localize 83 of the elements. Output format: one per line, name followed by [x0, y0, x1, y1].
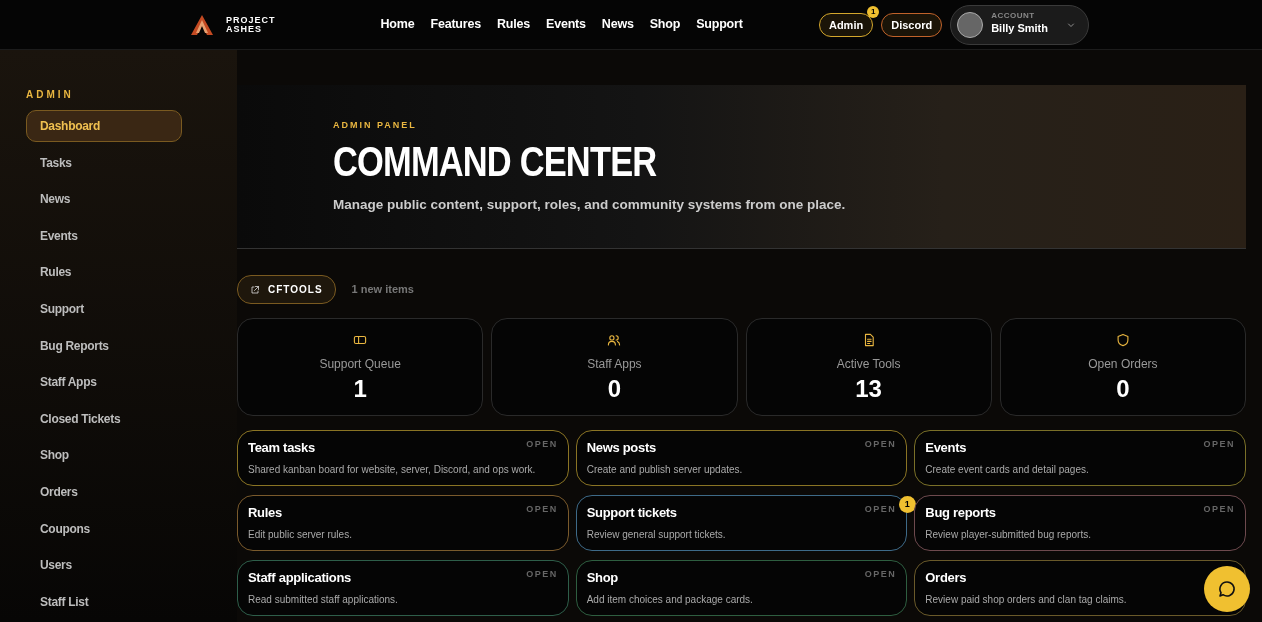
ticket-icon: [353, 333, 368, 347]
tool-card[interactable]: News posts OPEN Create and publish server updates.: [575, 430, 908, 486]
hero-title: COMMAND CENTER: [333, 138, 658, 185]
sidebar-item[interactable]: Dashboard: [26, 110, 182, 142]
brand-name: PROJECT: [226, 15, 276, 25]
tool-title: Orders: [925, 569, 967, 587]
nav-link[interactable]: Home: [380, 15, 415, 34]
nav-link[interactable]: Support: [696, 15, 743, 34]
status-label: OPEN: [864, 503, 897, 516]
nav-link[interactable]: Rules: [496, 15, 530, 34]
tool-title: Staff applications: [248, 569, 351, 587]
status-label: OPEN: [526, 568, 558, 581]
stat-label: Support Queue: [319, 356, 401, 373]
chat-icon: [1217, 579, 1237, 599]
tool-description: Review paid shop orders and clan tag claims.: [925, 592, 1128, 607]
stat-value: 0: [607, 377, 622, 401]
tool-title: News posts: [586, 439, 656, 457]
sidebar-item[interactable]: Events: [26, 219, 182, 252]
hero-subtitle: Manage public content, support, roles, and community systems from one place.: [333, 195, 847, 214]
status-label: OPEN: [526, 438, 558, 451]
tool-description: Edit public server rules.: [248, 527, 353, 542]
tool-card[interactable]: Orders Review paid shop orders and clan tag claims.: [914, 560, 1246, 616]
sidebar-item[interactable]: Staff Apps: [26, 366, 182, 399]
tool-title: Events: [925, 439, 967, 457]
stat-value: 13: [855, 377, 882, 401]
header-button[interactable]: Discord: [881, 12, 943, 38]
external-link-icon: [250, 284, 260, 295]
tool-title: Shop: [586, 569, 618, 587]
stat-label: Active Tools: [836, 356, 901, 373]
nav-link[interactable]: Events: [546, 15, 586, 34]
tool-description: Create event cards and detail pages.: [925, 462, 1090, 477]
sidebar-item[interactable]: Staff List: [26, 585, 182, 618]
hero-eyebrow: ADMIN PANEL: [333, 119, 418, 132]
new-items-note: 1 new items: [351, 282, 414, 298]
status-label: OPEN: [1203, 503, 1235, 516]
people-icon: [607, 333, 622, 347]
avatar: [957, 11, 984, 38]
tool-description: Shared kanban board for website, server, Discord, and ops work.: [248, 462, 537, 477]
sidebar-item[interactable]: Orders: [26, 475, 182, 508]
sidebar-item[interactable]: Rules: [26, 256, 182, 289]
tool-card[interactable]: Events OPEN Create event cards and detail pages.: [914, 430, 1246, 486]
nav-link[interactable]: News: [601, 15, 634, 34]
logo-icon[interactable]: [190, 13, 214, 36]
tool-title: Bug reports: [925, 504, 996, 522]
stat-label: Staff Apps: [587, 356, 642, 373]
tool-title: Team tasks: [248, 439, 315, 457]
tool-description: Review general support tickets.: [586, 527, 727, 542]
status-label: OPEN: [864, 568, 897, 581]
sidebar-heading: ADMIN: [26, 88, 75, 102]
tool-card[interactable]: Bug reports OPEN Review player-submitted bug reports.: [914, 495, 1246, 551]
sidebar-item[interactable]: Support: [26, 292, 182, 325]
sidebar-item[interactable]: Tasks: [26, 146, 182, 179]
status-label: OPEN: [1203, 438, 1235, 451]
stat-label: Open Orders: [1088, 356, 1158, 373]
tool-card[interactable]: Shop OPEN Add item choices and package cards.: [575, 560, 908, 616]
sidebar-item[interactable]: Closed Tickets: [26, 402, 182, 435]
stat-value: 0: [1116, 377, 1130, 401]
tool-title: Rules: [248, 504, 282, 522]
account-menu[interactable]: ACCOUNT Billy Smith: [950, 4, 1089, 45]
cftools-button[interactable]: CFTOOLS: [237, 275, 336, 304]
sidebar-item[interactable]: Shop: [26, 439, 182, 472]
nav-link[interactable]: Features: [430, 15, 481, 34]
tool-description: Create and publish server updates.: [586, 462, 744, 477]
tool-card[interactable]: Team tasks OPEN Shared kanban board for website, server, Discord, and ops work.: [237, 430, 569, 486]
sidebar-item[interactable]: Coupons: [26, 512, 182, 545]
tool-description: Review player-submitted bug reports.: [925, 527, 1092, 542]
sidebar-item[interactable]: Bug Reports: [26, 329, 182, 362]
status-label: OPEN: [864, 438, 897, 451]
tool-description: Read submitted staff applications.: [248, 592, 399, 607]
tool-description: Add item choices and package cards.: [586, 592, 754, 607]
account-name: Billy Smith: [991, 21, 1048, 37]
account-caption: ACCOUNT: [991, 12, 1036, 21]
notification-badge: 1: [867, 5, 880, 18]
nav-link[interactable]: Shop: [649, 15, 681, 34]
sidebar-item[interactable]: News: [26, 183, 182, 216]
brand-name: ASHES: [226, 24, 263, 34]
tool-card[interactable]: Rules OPEN Edit public server rules.: [237, 495, 569, 551]
stat-value: 1: [353, 377, 367, 401]
sidebar-item[interactable]: Users: [26, 549, 182, 582]
status-label: OPEN: [526, 503, 558, 516]
shield-icon: [1115, 333, 1130, 347]
tool-card[interactable]: Staff applications OPEN Read submitted staff applications.: [237, 560, 569, 616]
tool-title: Support tickets: [586, 504, 677, 522]
